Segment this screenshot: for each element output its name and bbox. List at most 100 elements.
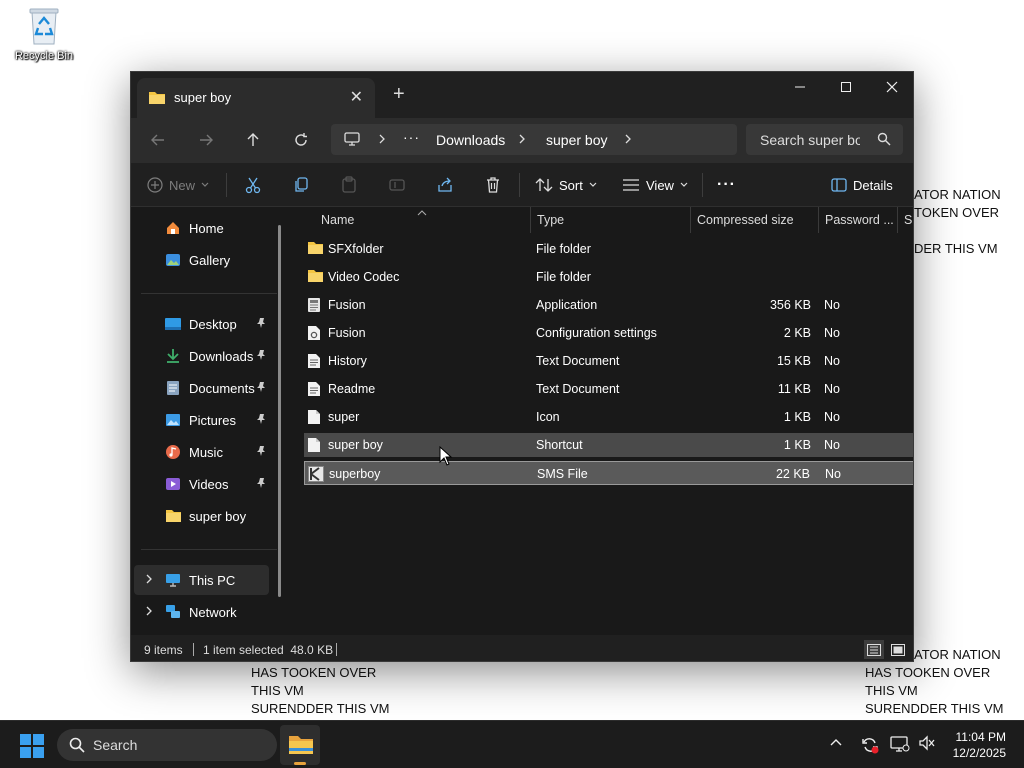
sidebar-item-desktop[interactable]: Desktop bbox=[134, 309, 269, 339]
desktop-overlay-text-left: HAS TOOKEN OVER THIS VM SURENDDER THIS VM bbox=[251, 665, 390, 716]
text-file-icon bbox=[307, 381, 323, 397]
sidebar-item-downloads[interactable]: Downloads bbox=[134, 341, 269, 371]
column-header-type[interactable]: Type bbox=[537, 213, 564, 227]
clock-date: 12/2/2025 bbox=[952, 746, 1006, 760]
sidebar-item-super-boy[interactable]: super boy bbox=[134, 501, 269, 531]
tab-super-boy[interactable]: super boy ✕ bbox=[137, 78, 375, 118]
column-header-size[interactable]: S bbox=[904, 213, 912, 227]
file-row-fusion[interactable]: Fusion Application 356 KB No bbox=[304, 293, 913, 317]
plus-circle-icon bbox=[147, 177, 163, 193]
chevron-right-icon[interactable] bbox=[517, 132, 527, 151]
view-button[interactable]: View bbox=[622, 173, 688, 197]
taskbar-search-box[interactable]: Search bbox=[57, 729, 277, 761]
file-row-super-boy[interactable]: super boy Shortcut 1 KB No bbox=[304, 433, 913, 457]
sidebar-item-videos[interactable]: Videos bbox=[134, 469, 269, 499]
show-hidden-icons-button[interactable] bbox=[828, 735, 844, 756]
sidebar-item-pictures[interactable]: Pictures bbox=[134, 405, 269, 435]
file-list: Name Type Compressed size Password ... S… bbox=[287, 205, 913, 635]
breadcrumb-super-boy[interactable]: super boy bbox=[546, 132, 607, 148]
rename-button[interactable] bbox=[388, 173, 406, 197]
column-header-compressed-size[interactable]: Compressed size bbox=[697, 213, 794, 227]
column-header-name[interactable]: Name bbox=[321, 213, 354, 227]
sidebar-item-this-pc[interactable]: This PC bbox=[134, 565, 269, 595]
network-status-icon[interactable] bbox=[890, 735, 910, 758]
pin-icon[interactable] bbox=[255, 413, 267, 428]
new-button[interactable]: New bbox=[147, 173, 209, 197]
file-compressed-size: 356 KB bbox=[769, 298, 811, 312]
minimize-button[interactable] bbox=[777, 72, 823, 102]
details-pane-button[interactable]: Details bbox=[831, 173, 893, 197]
chevron-right-icon[interactable] bbox=[377, 132, 387, 151]
new-tab-button[interactable]: + bbox=[393, 84, 405, 104]
address-bar[interactable]: ··· Downloads super boy bbox=[331, 124, 737, 155]
sidebar-item-music[interactable]: Music bbox=[134, 437, 269, 467]
file-row-sfxfolder[interactable]: SFXfolder File folder bbox=[304, 237, 913, 261]
close-tab-icon[interactable]: ✕ bbox=[350, 87, 363, 107]
chevron-right-icon[interactable] bbox=[145, 605, 153, 620]
file-row-history[interactable]: History Text Document 15 KB No bbox=[304, 349, 913, 373]
file-row-super[interactable]: super Icon 1 KB No bbox=[304, 405, 913, 429]
close-window-button[interactable] bbox=[869, 72, 913, 102]
address-more-button[interactable]: ··· bbox=[403, 129, 420, 145]
chevron-right-icon[interactable] bbox=[145, 573, 153, 588]
up-button[interactable] bbox=[238, 126, 268, 154]
details-view-icon bbox=[867, 643, 881, 656]
maximize-button[interactable] bbox=[823, 72, 869, 102]
sidebar-item-gallery[interactable]: Gallery bbox=[134, 245, 269, 275]
recycle-bin-icon bbox=[27, 6, 61, 46]
column-header-password[interactable]: Password ... bbox=[825, 213, 894, 227]
file-type: File folder bbox=[536, 242, 591, 256]
desktop-folder-icon bbox=[164, 315, 182, 333]
back-button[interactable] bbox=[143, 126, 173, 154]
more-options-button[interactable]: ··· bbox=[717, 173, 736, 197]
sort-button[interactable]: Sort bbox=[535, 173, 597, 197]
file-row-readme[interactable]: Readme Text Document 11 KB No bbox=[304, 377, 913, 401]
pin-icon[interactable] bbox=[255, 477, 267, 492]
sidebar-scrollbar[interactable] bbox=[278, 225, 281, 597]
sync-status-icon[interactable] bbox=[860, 735, 880, 760]
pin-icon[interactable] bbox=[255, 381, 267, 396]
sidebar-item-network[interactable]: Network bbox=[134, 597, 269, 627]
search-box[interactable]: Search super boy bbox=[746, 124, 903, 155]
taskbar-search-label: Search bbox=[93, 737, 138, 753]
chevron-up-icon bbox=[830, 739, 842, 746]
pin-icon[interactable] bbox=[255, 445, 267, 460]
pin-icon[interactable] bbox=[255, 317, 267, 332]
volume-muted-icon[interactable] bbox=[918, 735, 936, 756]
file-row-superboy[interactable]: superboy SMS File 22 KB No bbox=[304, 461, 913, 485]
paste-icon bbox=[342, 176, 356, 193]
forward-button[interactable] bbox=[191, 126, 221, 154]
file-row-fusion[interactable]: Fusion Configuration settings 2 KB No bbox=[304, 321, 913, 345]
chevron-right-icon[interactable] bbox=[623, 132, 633, 151]
paste-button[interactable] bbox=[340, 173, 358, 197]
this-pc-monitor-icon[interactable] bbox=[344, 132, 360, 151]
delete-button[interactable] bbox=[484, 173, 502, 197]
folder-icon bbox=[164, 507, 182, 525]
start-button[interactable] bbox=[20, 734, 44, 763]
copy-button[interactable] bbox=[292, 173, 310, 197]
file-compressed-size: 1 KB bbox=[783, 438, 811, 452]
file-row-video-codec[interactable]: Video Codec File folder bbox=[304, 265, 913, 289]
cut-button[interactable] bbox=[244, 173, 262, 197]
home-icon bbox=[164, 219, 182, 237]
view-list-icon bbox=[623, 179, 639, 191]
up-arrow-icon bbox=[247, 133, 259, 146]
sidebar-item-home[interactable]: Home bbox=[134, 213, 269, 243]
item-count: 9 items bbox=[144, 643, 183, 657]
tiles-view-button[interactable] bbox=[888, 640, 908, 659]
details-view-button[interactable] bbox=[864, 640, 884, 659]
rename-icon bbox=[389, 179, 405, 191]
breadcrumb-downloads[interactable]: Downloads bbox=[436, 132, 505, 148]
column-headers: Name Type Compressed size Password ... S bbox=[287, 205, 913, 233]
recycle-bin-shortcut[interactable]: Recycle Bin bbox=[10, 6, 78, 62]
pin-icon[interactable] bbox=[255, 349, 267, 364]
refresh-button[interactable] bbox=[286, 126, 316, 154]
this-pc-icon bbox=[164, 571, 182, 589]
sort-ascending-icon bbox=[417, 205, 427, 219]
file-explorer-taskbar-button[interactable] bbox=[280, 725, 320, 765]
taskbar-clock[interactable]: 11:04 PM 12/2/2025 bbox=[946, 729, 1006, 761]
sort-icon bbox=[535, 178, 553, 192]
share-button[interactable] bbox=[436, 173, 454, 197]
text-file-icon bbox=[307, 353, 323, 369]
sidebar-item-documents[interactable]: Documents bbox=[134, 373, 269, 403]
